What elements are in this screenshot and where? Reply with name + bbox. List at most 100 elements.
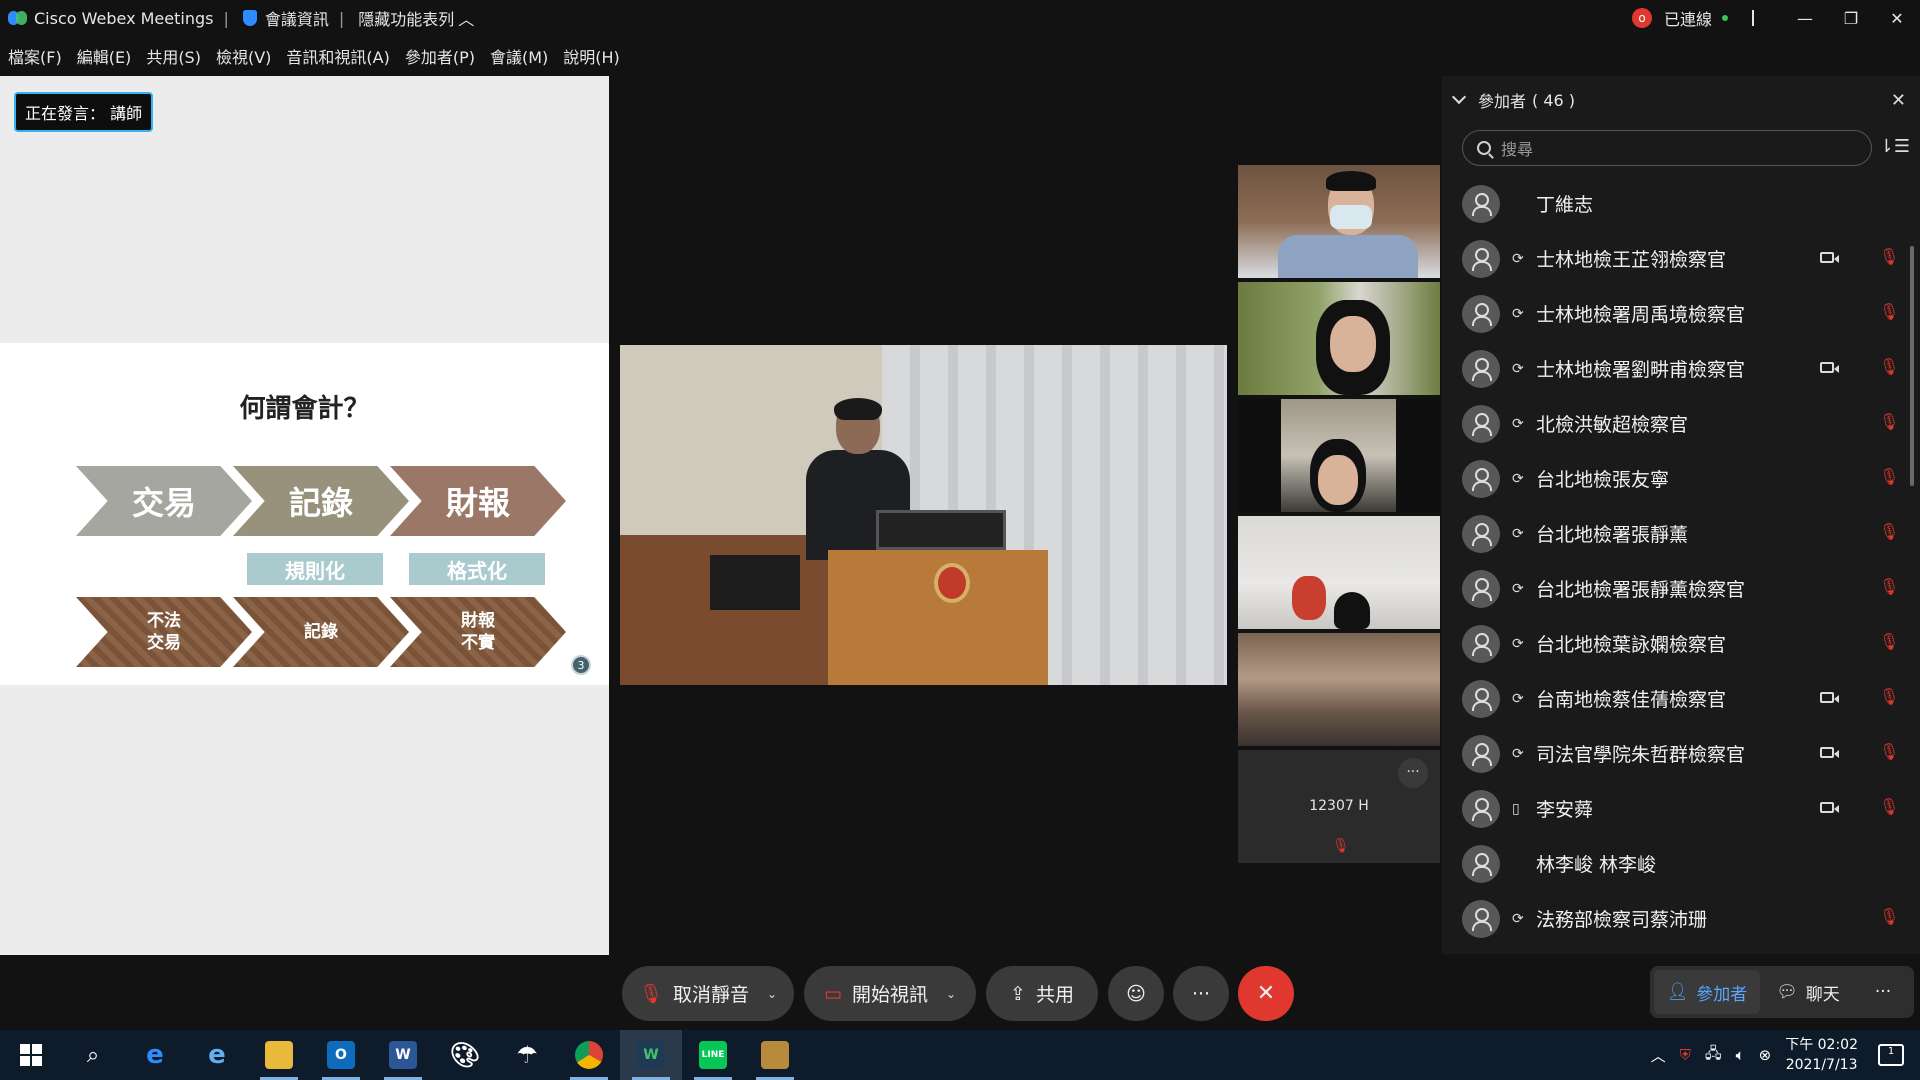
palette-icon: 🎨︎	[449, 1041, 481, 1069]
participant-row[interactable]: ⟳ 北檢洪敏超檢察官 🎙︎	[1442, 396, 1920, 451]
participant-row[interactable]: 丁維志	[1442, 176, 1920, 231]
tab-chat[interactable]: 💬︎ 聊天	[1760, 970, 1856, 1014]
menu-audio-video[interactable]: 音訊和視訊(A)	[286, 44, 389, 68]
minimize-icon[interactable]: —	[1782, 9, 1828, 28]
slide-tag-format: 格式化	[409, 553, 545, 585]
meeting-info-button[interactable]: 會議資訊	[242, 6, 329, 30]
slide-chevron-transaction: 交易	[76, 466, 252, 536]
participant-row[interactable]: ⟳ 台南地檢蔡佳蒨檢察官 🎙︎	[1442, 671, 1920, 726]
tab-participants[interactable]: 👤︎ 參加者	[1654, 970, 1760, 1014]
taskbar-file-explorer[interactable]	[248, 1030, 310, 1080]
search-button[interactable]: ⌕	[62, 1030, 124, 1080]
active-speaker-video[interactable]	[620, 345, 1227, 685]
taskbar-outlook[interactable]: O	[310, 1030, 372, 1080]
participant-row[interactable]: 林李峻 林李峻	[1442, 836, 1920, 891]
taskbar-paint[interactable]: 🎨︎	[434, 1030, 496, 1080]
participant-row[interactable]: ▯ 李安蕣 🎙︎	[1442, 781, 1920, 836]
video-camera-icon[interactable]	[1820, 252, 1839, 263]
more-options-button[interactable]: ···	[1173, 966, 1229, 1021]
muted-mic-icon[interactable]: 🎙︎	[1879, 742, 1899, 761]
muted-mic-icon[interactable]: 🎙︎	[1879, 357, 1899, 376]
hide-menu-button[interactable]: 隱藏功能表列 ︿	[358, 6, 474, 30]
sort-icon[interactable]: ⇂☰	[1879, 136, 1910, 157]
participant-row[interactable]: ⟳ 台北地檢葉詠嫻檢察官 🎙︎	[1442, 616, 1920, 671]
muted-mic-icon[interactable]: 🎙︎	[1879, 522, 1899, 541]
start-video-button[interactable]: ▭ 開始視訊 ⌄	[804, 966, 976, 1021]
participant-list-scrollbar[interactable]	[1910, 246, 1914, 486]
participant-video-thumb[interactable]	[1238, 399, 1440, 512]
participant-video-thumb[interactable]	[1238, 633, 1440, 746]
participant-row[interactable]: ⟳ 台北地檢署張靜薰 🎙︎	[1442, 506, 1920, 561]
chevron-down-icon[interactable]: ⌄	[767, 987, 777, 1001]
chat-bubble-icon: 💬︎	[1776, 982, 1798, 1002]
close-panel-icon[interactable]: ✕	[1891, 90, 1906, 111]
restore-icon[interactable]: ❐	[1828, 9, 1874, 28]
video-camera-icon[interactable]	[1820, 362, 1839, 373]
participants-panel-header[interactable]: 參加者 ( 46 )	[1442, 76, 1920, 124]
muted-mic-icon[interactable]: 🎙︎	[1879, 797, 1899, 816]
shared-content-panel[interactable]: 正在發言： 講師 何謂會計？ 交易 記錄 財報 規則化 格式化 不法 交易 記錄…	[0, 76, 609, 955]
tab-more[interactable]: ···	[1856, 970, 1910, 1014]
volume-icon[interactable]: 🔈︎	[1736, 1046, 1745, 1064]
tab-chat-label: 聊天	[1805, 984, 1840, 1005]
chevron-down-icon[interactable]: ⌄	[946, 987, 956, 1001]
close-window-icon[interactable]: ✕	[1874, 9, 1920, 28]
clock[interactable]: 下午 02:02 2021/7/13	[1785, 1035, 1858, 1075]
participant-row[interactable]: ⟳ 司法官學院朱哲群檢察官 🎙︎	[1442, 726, 1920, 781]
menu-share[interactable]: 共用(S)	[146, 44, 201, 68]
participant-row[interactable]: ⟳ 台北地檢署張靜薰檢察官 🎙︎	[1442, 561, 1920, 616]
video-camera-icon[interactable]	[1820, 692, 1839, 703]
participant-video-thumb[interactable]	[1238, 516, 1440, 629]
leave-meeting-button[interactable]: ✕	[1238, 966, 1294, 1021]
menu-view[interactable]: 檢視(V)	[216, 44, 271, 68]
video-camera-icon[interactable]	[1820, 802, 1839, 813]
collapse-chevron-icon[interactable]	[1451, 89, 1467, 105]
menu-participants[interactable]: 參加者(P)	[405, 44, 475, 68]
participant-row[interactable]: ⟳ 士林地檢王芷翎檢察官 🎙︎	[1442, 231, 1920, 286]
chevron-up-icon[interactable]: ︿	[1651, 1045, 1666, 1066]
participant-row[interactable]: ⟳ 士林地檢署劉畊甫檢察官 🎙︎	[1442, 341, 1920, 396]
participant-row[interactable]: ⟳ 法務部檢察司蔡沛珊 🎙︎	[1442, 891, 1920, 946]
menu-edit[interactable]: 編輯(E)	[77, 44, 132, 68]
security-icon[interactable]: ⛨	[1680, 1046, 1691, 1064]
muted-mic-icon[interactable]: 🎙︎	[1879, 247, 1899, 266]
taskbar-word[interactable]: W	[372, 1030, 434, 1080]
menu-meeting[interactable]: 會議(M)	[490, 44, 548, 68]
taskbar-app-2[interactable]	[744, 1030, 806, 1080]
video-camera-icon[interactable]	[1820, 747, 1839, 758]
more-options-icon[interactable]: ···	[1398, 758, 1428, 788]
participant-video-thumb[interactable]	[1238, 282, 1440, 395]
network-icon[interactable]: 🖧︎	[1705, 1043, 1722, 1068]
taskbar-line[interactable]: LINE	[682, 1030, 744, 1080]
tile-participant-name: 12307 H	[1309, 798, 1369, 814]
muted-mic-icon[interactable]: 🎙︎	[1879, 907, 1899, 926]
taskbar-webex[interactable]: W	[620, 1030, 682, 1080]
taskbar-edge[interactable]: e	[124, 1030, 186, 1080]
taskbar-ie[interactable]: e	[186, 1030, 248, 1080]
notification-icon[interactable]: 1	[1878, 1044, 1904, 1066]
muted-mic-icon[interactable]: 🎙︎	[1879, 302, 1899, 321]
muted-mic-icon[interactable]: 🎙︎	[1879, 687, 1899, 706]
recording-icon[interactable]: o	[1631, 8, 1652, 28]
menu-help[interactable]: 說明(H)	[563, 44, 620, 68]
muted-mic-icon[interactable]: 🎙︎	[1879, 632, 1899, 651]
clock-time: 下午 02:02	[1785, 1037, 1858, 1053]
muted-mic-icon[interactable]: 🎙︎	[1879, 467, 1899, 486]
connection-status[interactable]: 已連線	[1664, 6, 1712, 30]
chrome-icon	[575, 1041, 603, 1069]
muted-mic-icon[interactable]: 🎙︎	[1879, 577, 1899, 596]
participant-row[interactable]: ⟳ 士林地檢署周禹境檢察官 🎙︎	[1442, 286, 1920, 341]
participant-video-thumb[interactable]	[1238, 165, 1440, 278]
taskbar-chrome[interactable]	[558, 1030, 620, 1080]
participant-name-tile[interactable]: ··· 12307 H 🎙︎	[1238, 750, 1440, 863]
participant-row[interactable]: ⟳ 台北地檢張友寧 🎙︎	[1442, 451, 1920, 506]
participant-search-input[interactable]: 搜尋	[1462, 130, 1872, 166]
unmute-button[interactable]: 🎙︎ 取消靜音 ⌄	[622, 966, 794, 1021]
start-button[interactable]	[0, 1030, 62, 1080]
muted-mic-icon[interactable]: 🎙︎	[1879, 412, 1899, 431]
menu-file[interactable]: 檔案(F)	[8, 44, 62, 68]
close-circle-icon[interactable]: ⊗	[1759, 1046, 1772, 1064]
reactions-button[interactable]: ☺	[1108, 966, 1164, 1021]
taskbar-app[interactable]: ☂	[496, 1030, 558, 1080]
share-button[interactable]: ⇪ 共用	[986, 966, 1098, 1021]
